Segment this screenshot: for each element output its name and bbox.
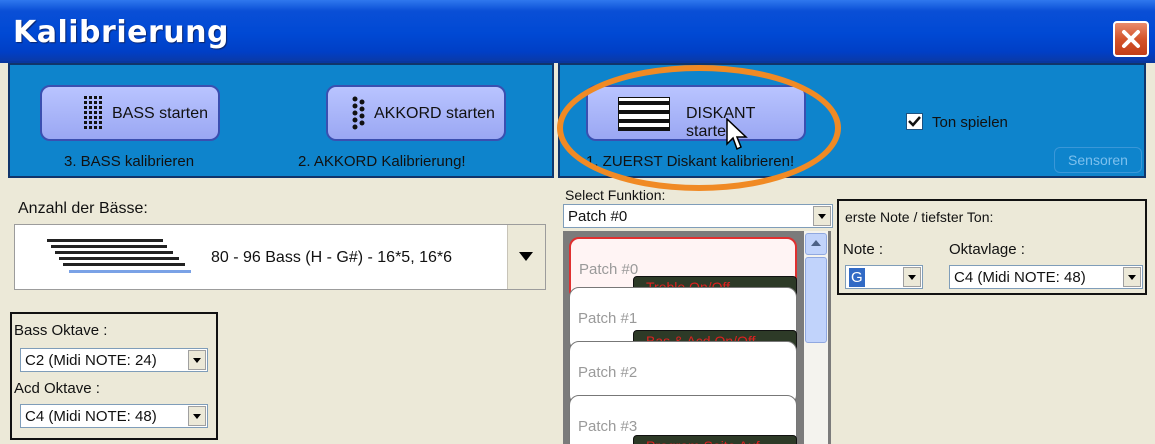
chevron-down-icon[interactable] <box>903 267 921 287</box>
patch-name: Patch #3 <box>578 418 638 435</box>
select-funktion-label: Select Funktion: <box>565 187 666 203</box>
chevron-down-icon <box>519 252 533 261</box>
funktion-select-value: Patch #0 <box>568 208 628 225</box>
bass-oktave-label: Bass Oktave : <box>14 322 108 339</box>
calibration-window: Kalibrierung BASS starten 3. BASS kalibr… <box>0 0 1155 444</box>
title-bar[interactable]: Kalibrierung <box>0 0 1155 63</box>
erste-note-title: erste Note / tiefster Ton: <box>845 209 994 225</box>
note-value: G <box>849 268 865 287</box>
chevron-down-icon[interactable] <box>813 206 831 226</box>
bass-oktave-value: C2 (Midi NOTE: 24) <box>25 352 157 369</box>
bass-oktave-select[interactable]: C2 (Midi NOTE: 24) <box>20 348 208 372</box>
window-title: Kalibrierung <box>13 15 229 50</box>
akkord-dots-icon <box>352 96 365 130</box>
acd-oktave-select[interactable]: C4 (Midi NOTE: 48) <box>20 404 208 428</box>
bass-count-dropdown-button[interactable] <box>507 225 545 289</box>
sensoren-button[interactable]: Sensoren <box>1054 147 1142 173</box>
highlight-circle <box>557 65 841 191</box>
funktion-select[interactable]: Patch #0 <box>563 204 833 228</box>
bass-grid-icon <box>84 96 102 129</box>
bass-count-select[interactable]: 80 - 96 Bass (H - G#) - 16*5, 16*6 <box>14 224 546 290</box>
note-label: Note : <box>843 241 884 258</box>
oktavlage-select[interactable]: C4 (Midi NOTE: 48) <box>949 265 1143 289</box>
scrollbar-thumb[interactable] <box>805 257 827 343</box>
oktavlage-value: C4 (Midi NOTE: 48) <box>954 269 1086 286</box>
patch-tag: Program Seite Auf <box>633 435 797 444</box>
close-button[interactable] <box>1113 21 1149 57</box>
mouse-cursor-icon <box>726 118 748 151</box>
ton-spielen-checkbox[interactable] <box>906 113 923 130</box>
ton-spielen-label: Ton spielen <box>932 114 1008 131</box>
patch-list[interactable]: Patch #0 Treble On/Off Patch #1 Bas & Ac… <box>563 231 831 444</box>
akkord-start-button[interactable]: AKKORD starten <box>326 85 506 141</box>
oktavlage-label: Oktavlage : <box>949 241 1025 258</box>
bass-start-label: BASS starten <box>112 105 209 122</box>
chevron-down-icon[interactable] <box>1123 267 1141 287</box>
akkord-caption: 2. AKKORD Kalibrierung! <box>298 153 466 170</box>
bass-count-value: 80 - 96 Bass (H - G#) - 16*5, 16*6 <box>211 249 452 266</box>
bass-start-button[interactable]: BASS starten <box>40 85 220 141</box>
chevron-down-icon[interactable] <box>188 406 206 426</box>
patch-name: Patch #0 <box>579 261 639 278</box>
bass-akkord-toolbar: BASS starten 3. BASS kalibrieren AKKORD … <box>8 63 554 178</box>
patch-list-scrollbar[interactable] <box>804 231 828 444</box>
acd-oktave-value: C4 (Midi NOTE: 48) <box>25 408 157 425</box>
chevron-down-icon[interactable] <box>188 350 206 370</box>
patch-name: Patch #2 <box>578 364 638 381</box>
scroll-up-button[interactable] <box>805 233 827 255</box>
acd-oktave-label: Acd Oktave : <box>14 380 100 397</box>
akkord-start-label: AKKORD starten <box>374 105 495 122</box>
bass-caption: 3. BASS kalibrieren <box>64 153 195 170</box>
note-select[interactable]: G <box>845 265 923 289</box>
erste-note-group: erste Note / tiefster Ton: Note : Oktavl… <box>837 199 1147 295</box>
oktave-group: Bass Oktave : C2 (Midi NOTE: 24) Acd Okt… <box>10 312 218 440</box>
bass-layout-icon <box>47 239 191 273</box>
close-icon <box>1122 30 1140 48</box>
patch-name: Patch #1 <box>578 310 638 327</box>
anzahl-label: Anzahl der Bässe: <box>18 200 148 217</box>
checkmark-icon <box>908 116 921 127</box>
